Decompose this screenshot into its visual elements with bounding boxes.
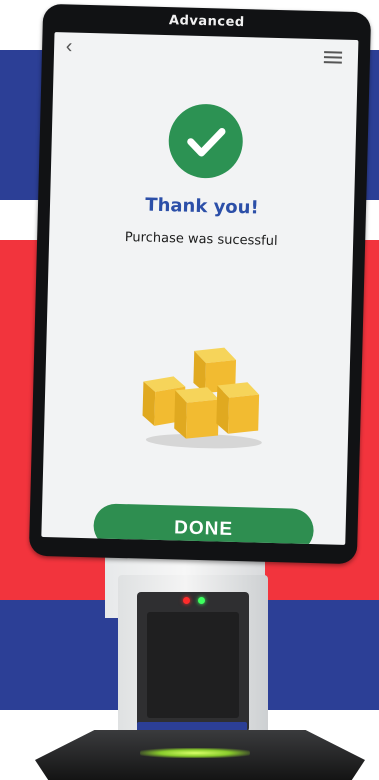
base-light bbox=[140, 748, 250, 758]
boxes-icon bbox=[142, 347, 262, 449]
hamburger-menu-icon bbox=[324, 51, 343, 54]
brand-logo: Advanced bbox=[168, 13, 245, 31]
done-button[interactable]: DONE bbox=[93, 503, 315, 545]
back-button[interactable]: ‹ bbox=[60, 35, 79, 58]
kiosk-monitor: Advanced ‹ Thank you! Purchase was suces… bbox=[28, 3, 372, 565]
status-led-green bbox=[198, 597, 205, 604]
printer-slot bbox=[147, 612, 239, 718]
kiosk-screen: ‹ Thank you! Purchase was sucessful DONE bbox=[41, 32, 359, 545]
menu-button[interactable] bbox=[323, 51, 343, 64]
success-status bbox=[167, 103, 244, 180]
chevron-left-icon: ‹ bbox=[65, 35, 73, 58]
status-led-red bbox=[183, 597, 190, 604]
page-title: Thank you! bbox=[145, 194, 259, 219]
checkmark-icon bbox=[187, 128, 226, 157]
status-message: Purchase was sucessful bbox=[124, 230, 278, 250]
